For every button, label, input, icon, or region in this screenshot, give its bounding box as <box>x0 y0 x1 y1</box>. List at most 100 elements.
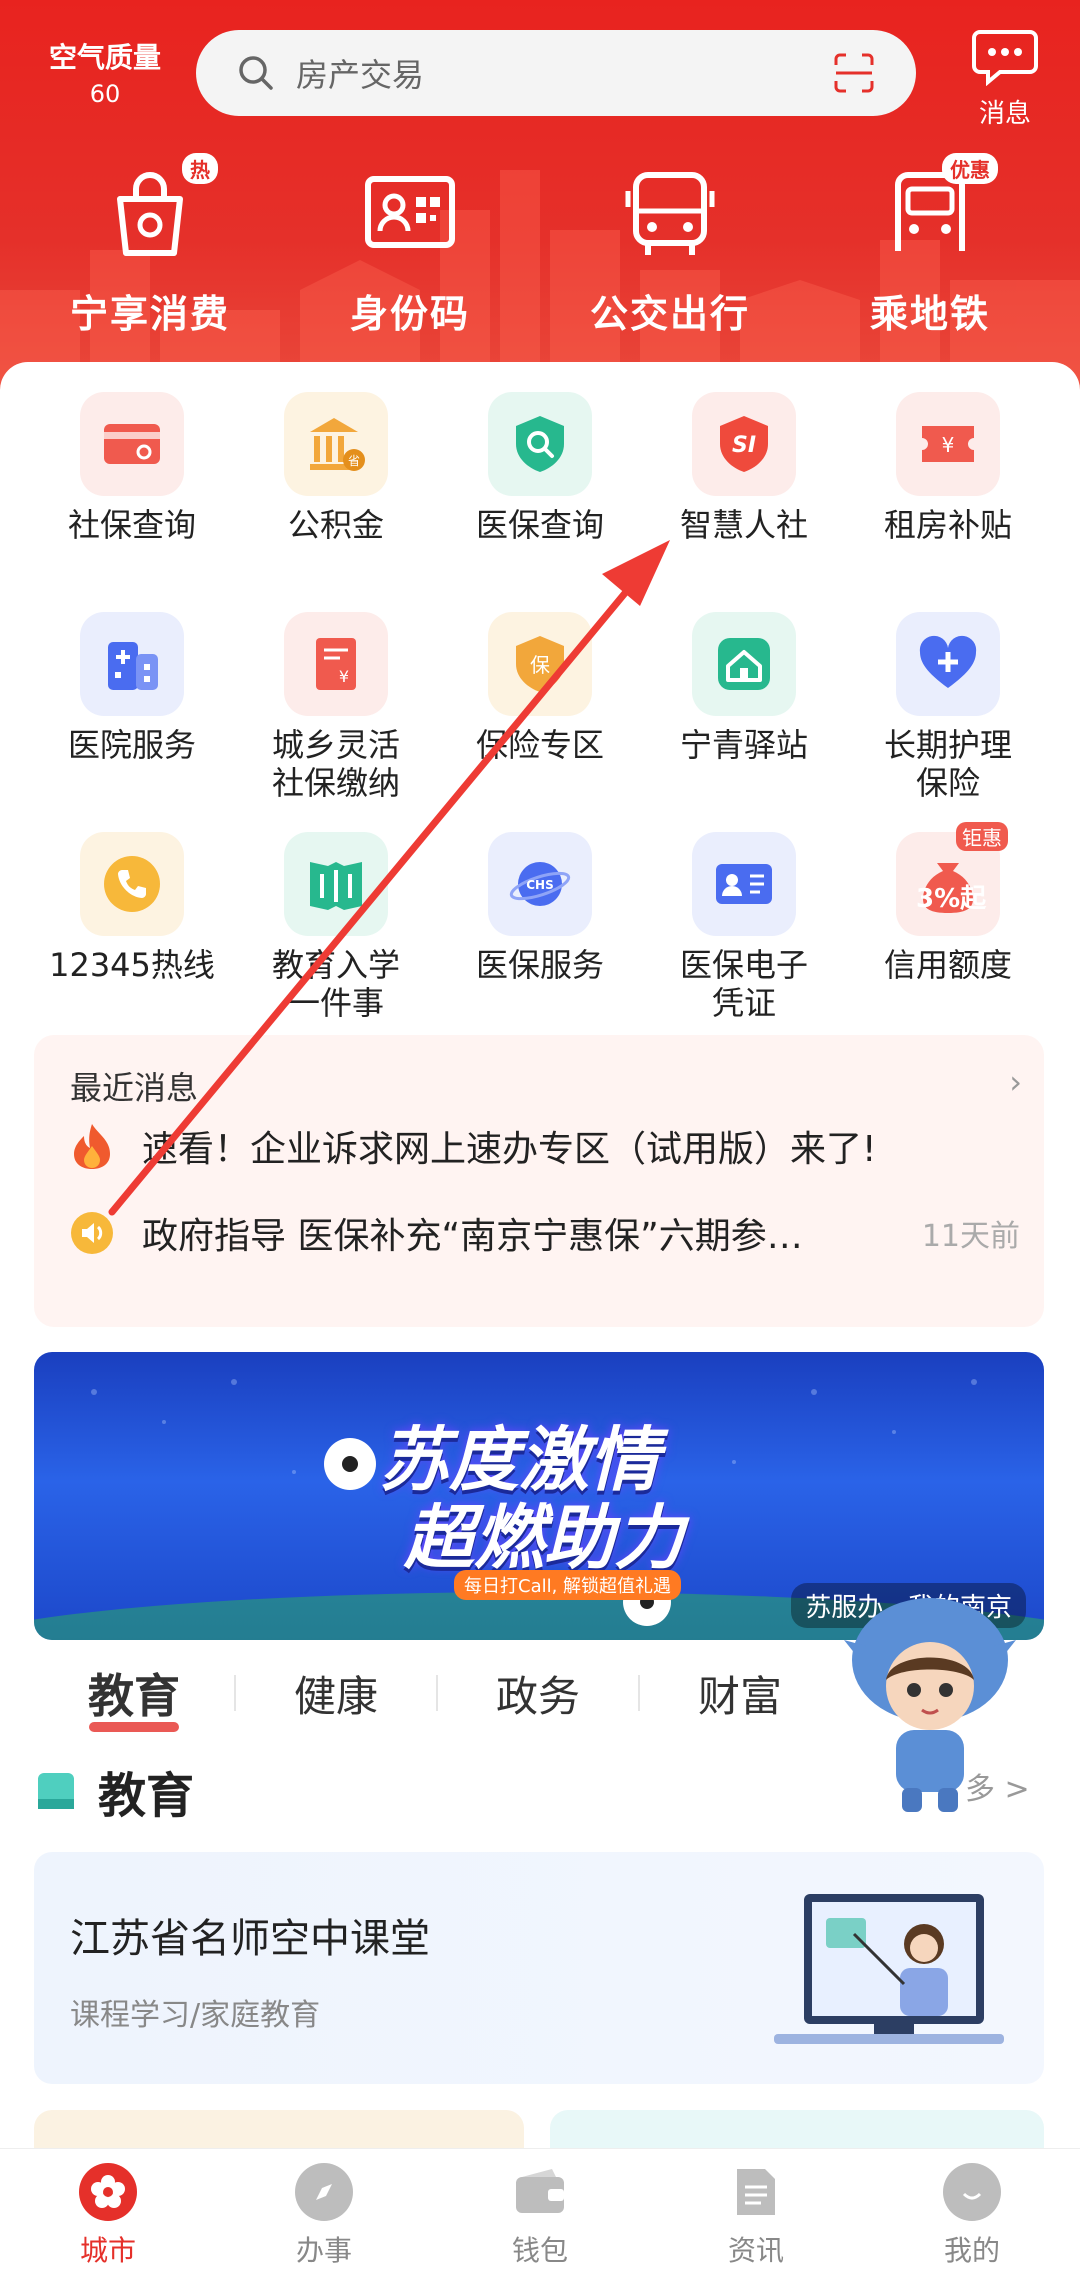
course-title: 江苏省名师空中课堂 <box>70 1916 430 1962</box>
tabbar-label: 钱包 <box>511 2234 568 2267</box>
service-label: 城乡灵活 社保缴纳 <box>271 726 400 802</box>
quick-action-bus[interactable]: 公交出行 <box>555 165 785 338</box>
app-screen: 空气质量 60 房产交易 消息 热 宁享消费 身份码 公交出行 优惠 乘地铁 社… <box>0 0 1080 2273</box>
card-icon <box>104 424 160 464</box>
svg-text:SI: SI <box>732 433 756 458</box>
service-label: 公积金 <box>287 506 384 544</box>
id-badge-icon <box>716 864 772 904</box>
smile-icon <box>943 2163 1001 2221</box>
tabbar-label: 资讯 <box>727 2234 784 2267</box>
air-quality[interactable]: 空气质量 60 <box>40 36 170 108</box>
service-label: 智慧人社 <box>679 506 808 544</box>
bus-icon <box>625 172 715 255</box>
quick-action-metro[interactable]: 优惠 乘地铁 <box>815 153 1045 338</box>
service-youth-station[interactable]: 宁青驿站 <box>642 612 846 814</box>
tabbar-city[interactable]: 城市 <box>0 2149 216 2273</box>
service-housing-fund[interactable]: 省 公积金 <box>234 392 438 594</box>
news-text: 速看！企业诉求网上速办专区（试用版）来了! <box>142 1129 877 1170</box>
svg-text:保: 保 <box>530 653 550 677</box>
tabbar-mine[interactable]: 我的 <box>864 2149 1080 2273</box>
discount-badge: 钜惠 <box>956 822 1008 851</box>
service-label: 租房补贴 <box>883 506 1012 544</box>
quick-action-label: 身份码 <box>349 292 470 336</box>
section-header: 教育 <box>34 1756 194 1826</box>
service-label: 教育入学 一件事 <box>271 946 400 1022</box>
service-long-term-care[interactable]: 长期护理 保险 <box>846 612 1050 814</box>
service-label: 医院服务 <box>67 726 196 764</box>
discount-badge: 优惠 <box>942 153 998 184</box>
news-text: 政府指导 医保补充“南京宁惠保”六期参… <box>142 1216 803 1257</box>
heart-plus-icon <box>919 635 977 688</box>
tabbar-services[interactable]: 办事 <box>216 2149 432 2273</box>
service-insurance-zone[interactable]: 保 保险专区 <box>438 612 642 814</box>
book-icon <box>38 1773 74 1809</box>
service-label: 保险专区 <box>475 726 604 764</box>
quick-action-consume[interactable]: 热 宁享消费 <box>35 153 265 338</box>
service-education-enrollment[interactable]: 教育入学 一件事 <box>234 832 438 1034</box>
speaker-icon <box>71 1212 113 1254</box>
service-medical-insurance-service[interactable]: CHS 医保服务 <box>438 832 642 1034</box>
course-subtitle: 课程学习/家庭教育 <box>70 1998 321 2033</box>
hot-badge: 热 <box>182 153 218 184</box>
document-icon <box>727 2163 785 2221</box>
si-shield-icon: SI <box>720 416 768 472</box>
scan-icon[interactable] <box>832 51 876 95</box>
chat-bubble-icon <box>972 30 1038 87</box>
service-smart-hr[interactable]: SI 智慧人社 <box>642 392 846 594</box>
recent-news-card[interactable]: 最近消息 › 速看！企业诉求网上速办专区（试用版）来了! 政府指导 医保补充“南… <box>34 1035 1044 1327</box>
news-item[interactable]: 政府指导 医保补充“南京宁惠保”六期参… 11天前 <box>70 1207 1020 1259</box>
chs-planet-icon: CHS <box>509 862 571 906</box>
tabbar-label: 城市 <box>79 2234 136 2267</box>
shield-search-icon <box>516 416 564 472</box>
compass-icon <box>295 2163 353 2221</box>
service-hotline-12345[interactable]: 12345热线 <box>30 832 234 1034</box>
service-label: 医保电子 凭证 <box>679 946 808 1022</box>
id-card-icon <box>365 176 455 248</box>
more-link[interactable]: 多 > <box>965 1764 1030 1808</box>
service-label: 12345热线 <box>49 946 215 984</box>
quick-action-id-code[interactable]: 身份码 <box>295 165 525 338</box>
news-item[interactable]: 速看！企业诉求网上速办专区（试用版）来了! <box>70 1120 1020 1172</box>
search-icon <box>239 56 273 90</box>
message-button[interactable]: 消息 <box>955 28 1055 130</box>
service-social-security-query[interactable]: 社保查询 <box>30 392 234 594</box>
tab-wealth[interactable]: 财富 <box>640 1663 840 1724</box>
book-icon <box>310 862 362 910</box>
quick-action-label: 乘地铁 <box>869 292 990 336</box>
service-hospital[interactable]: 医院服务 <box>30 612 234 814</box>
air-quality-label: 空气质量 <box>48 41 161 74</box>
svg-text:¥: ¥ <box>942 433 955 457</box>
news-time: 11天前 <box>921 1219 1020 1254</box>
chevron-right-icon[interactable]: › <box>1009 1063 1022 1101</box>
house-icon <box>718 638 770 690</box>
fire-icon <box>74 1124 110 1169</box>
tabbar-wallet[interactable]: 钱包 <box>432 2149 648 2273</box>
service-label: 医保服务 <box>475 946 604 984</box>
service-credit-limit[interactable]: 3%起 钜惠 信用额度 <box>846 822 1050 1034</box>
service-flexible-social-security[interactable]: ¥ 城乡灵活 社保缴纳 <box>234 612 438 814</box>
shopping-bag-icon <box>117 172 183 256</box>
phone-icon <box>104 856 160 912</box>
message-label: 消息 <box>978 99 1031 129</box>
quick-action-label: 公交出行 <box>589 292 750 336</box>
bottom-tab-bar: 城市 办事 钱包 资讯 我的 <box>0 2148 1080 2273</box>
service-e-insurance-certificate[interactable]: 医保电子 凭证 <box>642 832 846 1034</box>
tabbar-news[interactable]: 资讯 <box>648 2149 864 2273</box>
tab-education[interactable]: 教育 <box>34 1660 234 1732</box>
course-card[interactable]: 江苏省名师空中课堂 课程学习/家庭教育 <box>34 1852 1044 2084</box>
search-bar[interactable]: 房产交易 <box>196 30 916 116</box>
tab-government[interactable]: 政务 <box>438 1663 638 1724</box>
service-label: 长期护理 保险 <box>883 726 1012 802</box>
search-input[interactable]: 房产交易 <box>296 50 832 96</box>
service-label: 社保查询 <box>67 506 196 544</box>
service-medical-insurance-query[interactable]: 医保查询 <box>438 392 642 594</box>
tab-health[interactable]: 健康 <box>236 1663 436 1724</box>
service-rent-subsidy[interactable]: ¥ 租房补贴 <box>846 392 1050 594</box>
wallet-icon <box>511 2163 569 2221</box>
quick-action-label: 宁享消费 <box>69 292 230 336</box>
svg-text:CHS: CHS <box>526 878 554 892</box>
section-title: 教育 <box>98 1768 195 1824</box>
service-grid: 社保查询 省 公积金 医保查询 SI 智慧人社 ¥ 租房补贴 医院服务 ¥ 城乡… <box>30 392 1050 1034</box>
air-quality-value: 60 <box>89 80 121 108</box>
insurance-shield-icon: 保 <box>516 636 564 692</box>
